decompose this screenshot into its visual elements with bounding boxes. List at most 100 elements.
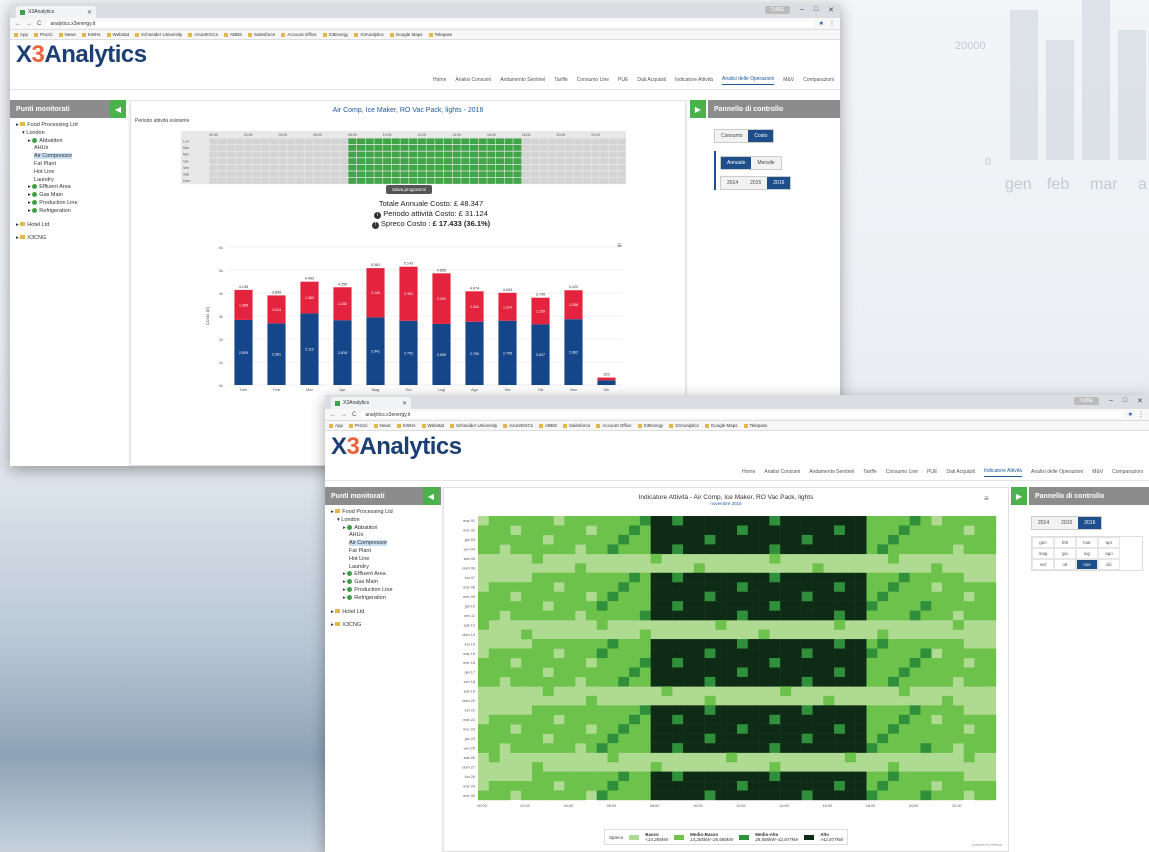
heatmap-cell[interactable] — [585, 667, 597, 678]
heatmap-cell[interactable] — [758, 724, 770, 734]
heatmap-cell[interactable] — [877, 525, 889, 536]
heatmap-cell[interactable] — [661, 714, 673, 725]
heatmap-cell[interactable] — [693, 724, 705, 734]
tree-item[interactable]: Laundry — [16, 177, 120, 185]
heatmap-cell[interactable] — [542, 686, 554, 697]
heatmap-cell[interactable] — [931, 676, 943, 687]
heatmap-cell[interactable] — [478, 658, 489, 668]
heatmap-cell[interactable] — [866, 534, 878, 545]
tree-item[interactable]: ▸ Abbatitori — [16, 137, 120, 146]
schedule-cell[interactable] — [426, 158, 435, 164]
heatmap-cell[interactable] — [737, 676, 748, 687]
heatmap-cell[interactable] — [521, 516, 533, 526]
schedule-cell[interactable] — [400, 164, 409, 171]
schedule-cell[interactable] — [287, 178, 296, 184]
schedule-cell[interactable] — [409, 145, 418, 151]
heatmap-cell[interactable] — [823, 516, 835, 526]
x3analytics-logo[interactable]: X3Analytics — [16, 43, 834, 67]
heatmap-cell[interactable] — [488, 743, 500, 753]
heatmap-cell[interactable] — [575, 771, 587, 782]
heatmap-cell[interactable] — [888, 516, 900, 526]
heatmap-cell[interactable] — [726, 667, 738, 678]
heatmap-cell[interactable] — [672, 658, 684, 668]
heatmap-cell[interactable] — [553, 667, 565, 678]
heatmap-cell[interactable] — [585, 572, 597, 583]
heatmap-cell[interactable] — [952, 733, 964, 744]
heatmap-cell[interactable] — [844, 648, 856, 659]
tree-item[interactable]: ▸ Refrigeration — [16, 207, 120, 216]
schedule-cell[interactable] — [574, 158, 583, 164]
heatmap-cell[interactable] — [639, 781, 651, 791]
heatmap-cell[interactable] — [844, 639, 856, 649]
heatmap-cell[interactable] — [866, 572, 878, 583]
schedule-cell[interactable] — [495, 171, 505, 178]
heatmap-cell[interactable] — [780, 686, 792, 697]
heatmap-cell[interactable] — [542, 591, 554, 602]
schedule-cell[interactable] — [426, 178, 435, 184]
heatmap-cell[interactable] — [812, 582, 824, 592]
schedule-cell[interactable] — [539, 138, 548, 145]
schedule-cell[interactable] — [322, 171, 331, 178]
schedule-cell[interactable] — [548, 178, 557, 184]
tree-item[interactable]: ▸ Food Processing Ltd — [16, 122, 120, 130]
month-option[interactable]: mag — [1032, 548, 1054, 559]
schedule-cell[interactable] — [600, 158, 609, 164]
heatmap-cell[interactable] — [747, 790, 759, 801]
bookmark-link[interactable]: Prezzi — [349, 423, 368, 428]
heatmap-cell[interactable] — [629, 743, 641, 753]
heatmap-cell[interactable] — [531, 534, 543, 545]
heatmap-cell[interactable] — [683, 544, 695, 555]
heatmap-cell[interactable] — [747, 582, 759, 592]
schedule-cell[interactable] — [600, 164, 609, 171]
nav-link[interactable]: Home — [433, 75, 446, 85]
schedule-cell[interactable] — [435, 158, 444, 164]
heatmap-cell[interactable] — [769, 582, 781, 592]
nav-link[interactable]: Consumo Line — [577, 75, 609, 85]
heatmap-cell[interactable] — [758, 790, 770, 801]
heatmap-cell[interactable] — [488, 601, 500, 611]
heatmap-cell[interactable] — [974, 591, 986, 602]
heatmap-cell[interactable] — [521, 582, 533, 592]
heatmap-cell[interactable] — [942, 695, 954, 706]
heatmap-cell[interactable] — [661, 686, 673, 697]
heatmap-cell[interactable] — [898, 544, 910, 555]
heatmap-cell[interactable] — [855, 714, 867, 725]
schedule-cell[interactable] — [400, 178, 409, 184]
heatmap-cell[interactable] — [931, 771, 943, 782]
heatmap-cell[interactable] — [693, 743, 705, 753]
heatmap-cell[interactable] — [661, 648, 673, 659]
heatmap-cell[interactable] — [618, 610, 630, 621]
schedule-cell[interactable] — [391, 178, 400, 184]
heatmap-cell[interactable] — [823, 695, 835, 706]
heatmap-cell[interactable] — [596, 582, 608, 592]
heatmap-cell[interactable] — [974, 676, 986, 687]
bookmark-link[interactable]: News — [374, 423, 391, 428]
tree-item[interactable]: ▸ Effluent Area — [16, 184, 120, 192]
month-option[interactable]: lug — [1076, 548, 1098, 559]
heatmap-cell[interactable] — [920, 525, 932, 536]
heatmap-cell[interactable] — [553, 743, 565, 753]
heatmap-cell[interactable] — [931, 544, 943, 555]
schedule-cell[interactable] — [591, 171, 600, 178]
heatmap-cell[interactable] — [769, 591, 781, 602]
schedule-cell[interactable] — [339, 145, 348, 151]
heatmap-cell[interactable] — [790, 572, 802, 583]
schedule-cell[interactable] — [348, 138, 357, 145]
heatmap-cell[interactable] — [629, 591, 641, 602]
heatmap-cell[interactable] — [607, 648, 619, 659]
schedule-cell[interactable] — [522, 138, 531, 145]
heatmap-cell[interactable] — [974, 534, 986, 545]
heatmap-cell[interactable] — [769, 667, 781, 678]
menu-dots-icon[interactable]: ⋮ — [829, 20, 835, 27]
heatmap-cell[interactable] — [974, 525, 986, 536]
tree-item[interactable]: ▸ Gas Main — [16, 192, 120, 200]
heatmap-cell[interactable] — [704, 724, 716, 734]
heatmap-cell[interactable] — [639, 743, 651, 753]
heatmap-cell[interactable] — [521, 648, 533, 659]
heatmap-cell[interactable] — [909, 534, 921, 545]
heatmap-cell[interactable] — [747, 771, 759, 782]
schedule-cell[interactable] — [435, 138, 444, 145]
collapse-right-icon[interactable]: ▶ — [690, 100, 706, 118]
heatmap-cell[interactable] — [888, 601, 900, 611]
heatmap-cell[interactable] — [510, 601, 522, 611]
